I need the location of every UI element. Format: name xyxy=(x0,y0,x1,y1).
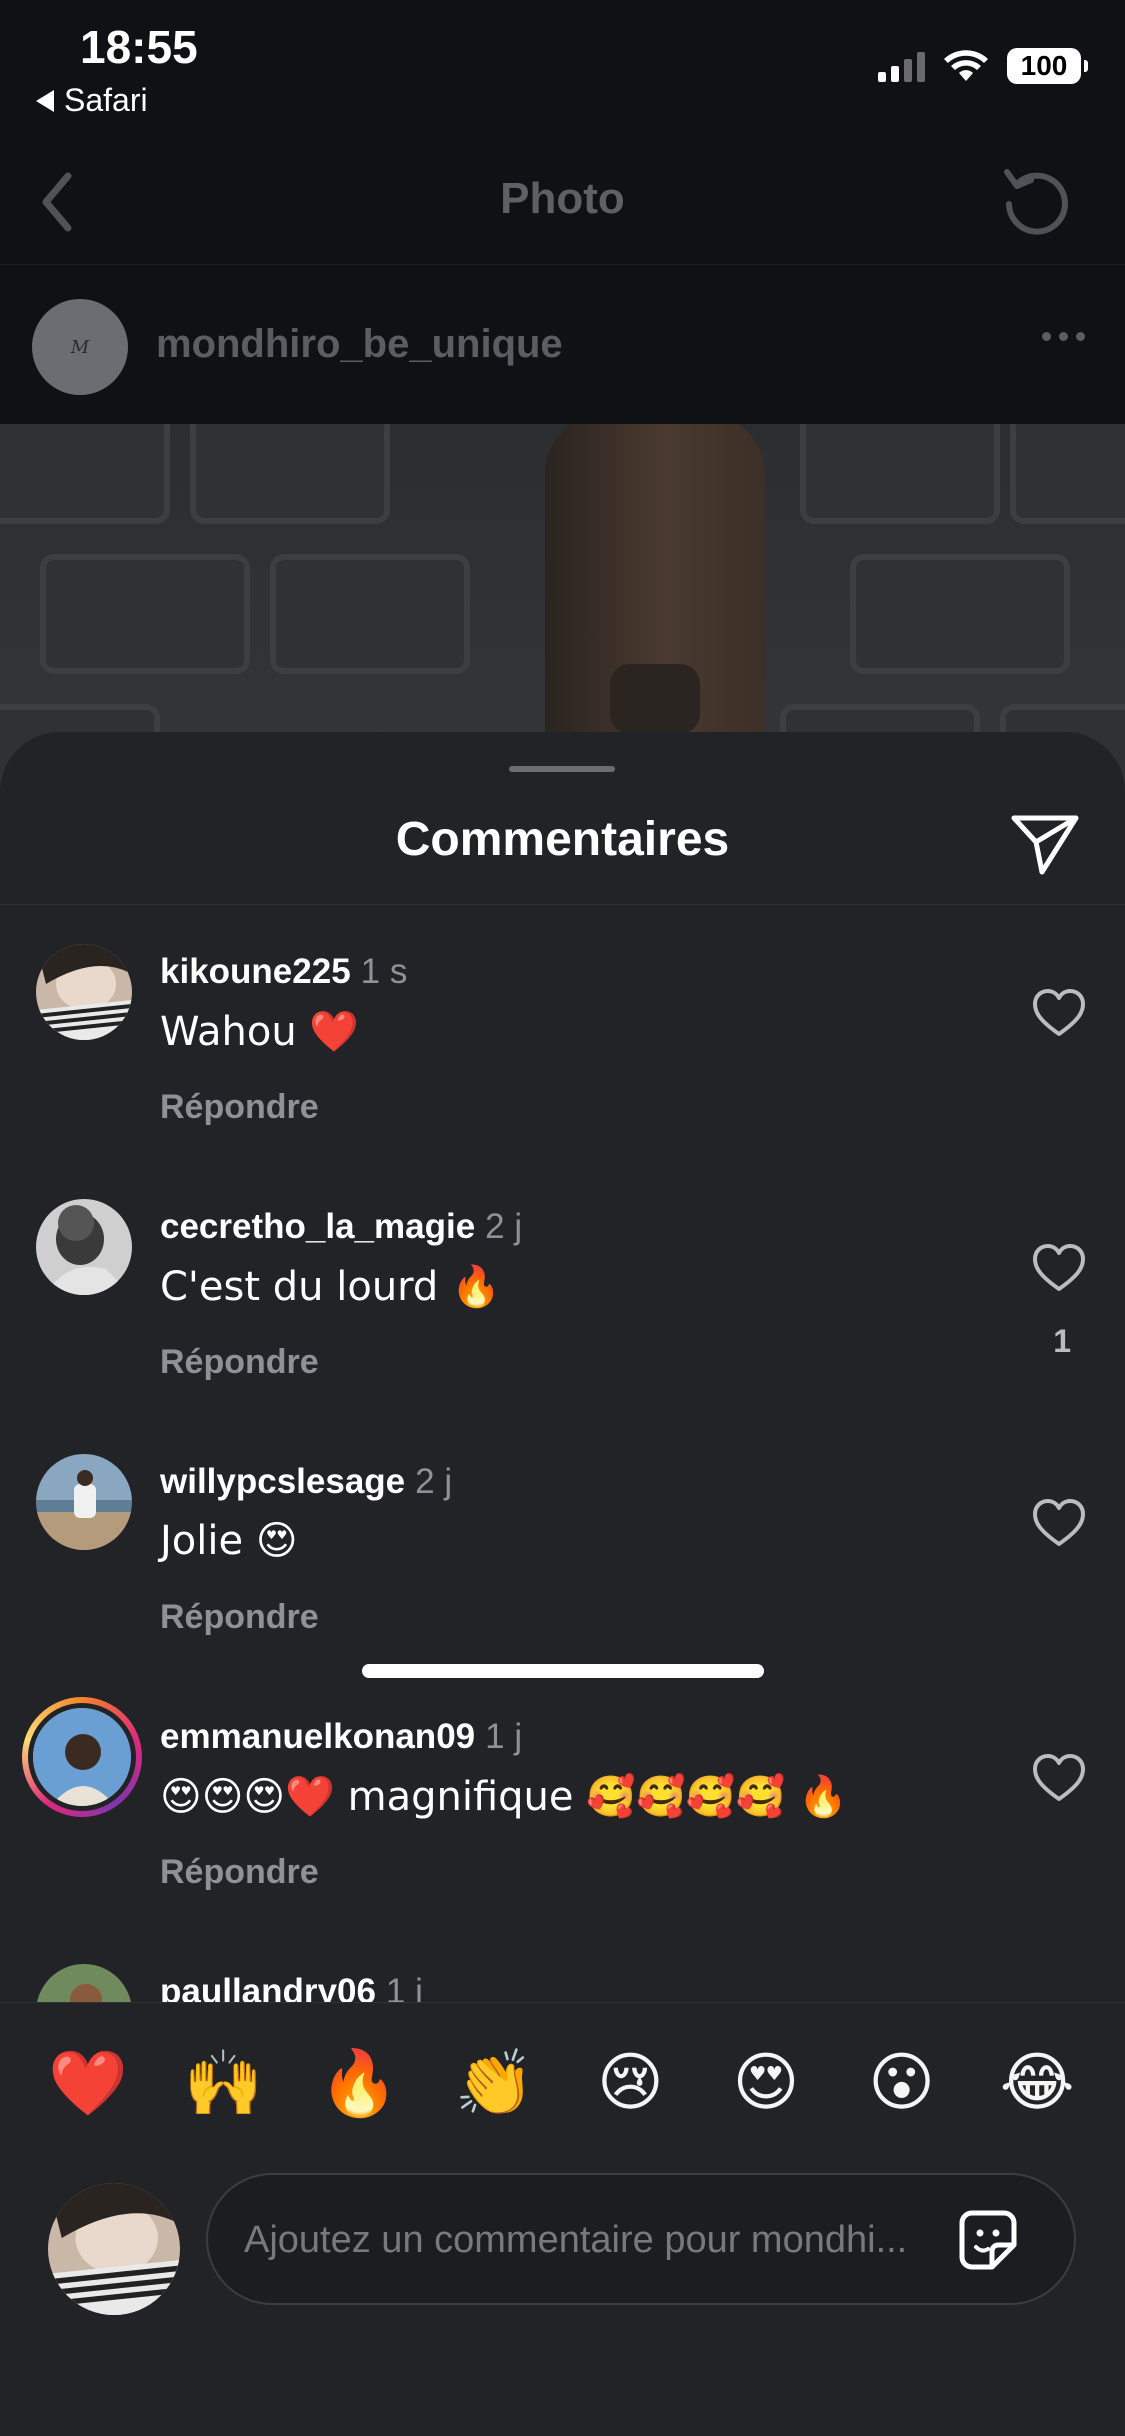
quick-emoji-bar: ❤️ 🙌 🔥 👏 😢 😍 😮 😂 xyxy=(0,2023,1125,2143)
comment-input-placeholder: Ajoutez un commentaire pour mondhi... xyxy=(244,2219,908,2261)
emoji-surprised-button[interactable]: 😮 xyxy=(852,2046,952,2120)
status-time: 18:55 xyxy=(80,21,198,73)
reply-button[interactable]: Répondre xyxy=(160,1598,319,1637)
comment-username[interactable]: cecretho_la_magie 2 j xyxy=(160,1207,522,1247)
comment-time: 2 j xyxy=(485,1207,523,1246)
current-user-avatar xyxy=(48,2183,180,2315)
share-button[interactable] xyxy=(1005,804,1085,884)
comment-item: kikoune225 1 s Wahou ❤️ Répondre xyxy=(0,944,1125,1184)
comment-item: emmanuelkonan09 1 j 😍😍😍❤️ magnifique 🥰🥰🥰🥰… xyxy=(0,1697,1125,1949)
like-count: 1 xyxy=(1053,1323,1071,1359)
status-icons: 100 xyxy=(878,48,1088,84)
emoji-heart-button[interactable]: ❤️ xyxy=(38,2046,138,2121)
back-to-safari-link[interactable]: Safari xyxy=(36,82,148,119)
refresh-icon[interactable] xyxy=(997,162,1077,242)
back-triangle-icon xyxy=(36,89,54,112)
home-indicator[interactable] xyxy=(362,1664,764,1678)
heart-icon[interactable] xyxy=(1029,1239,1089,1299)
comment-text: Wahou ❤️ xyxy=(160,1009,360,1055)
sheet-title: Commentaires xyxy=(395,813,730,866)
cellular-signal-icon xyxy=(878,50,925,82)
emoji-clapping-button[interactable]: 👏 xyxy=(445,2046,545,2121)
comment-time: 1 j xyxy=(485,1717,523,1756)
comment-text: Jolie 😍 xyxy=(160,1518,298,1564)
emoji-laughing-button[interactable]: 😂 xyxy=(987,2046,1087,2120)
nav-bar: Photo xyxy=(0,140,1125,265)
reply-button[interactable]: Répondre xyxy=(160,1343,319,1382)
comments-sheet: Commentaires kikoune225 1 s Wahou ❤️ Répo… xyxy=(0,732,1125,2436)
comment-text: C'est du lourd 🔥 xyxy=(160,1264,501,1310)
comment-composer: ❤️ 🙌 🔥 👏 😢 😍 😮 😂 Ajoutez un commentaire … xyxy=(0,2002,1125,2436)
post-author-avatar[interactable]: M xyxy=(32,299,128,395)
commenter-avatar-story-ring[interactable] xyxy=(22,1697,142,1817)
comment-text: 😍😍😍❤️ magnifique 🥰🥰🥰🥰 🔥 xyxy=(160,1774,848,1820)
reply-button[interactable]: Répondre xyxy=(160,1853,319,1892)
comment-username[interactable]: willypcslesage 2 j xyxy=(160,1462,452,1502)
comment-item: willypcslesage 2 j Jolie 😍 Répondre xyxy=(0,1454,1125,1694)
post-header: M mondhiro_be_unique xyxy=(0,266,1125,424)
wifi-icon xyxy=(944,50,988,81)
back-app-label: Safari xyxy=(64,82,148,118)
commenter-avatar[interactable] xyxy=(36,1199,132,1295)
sticker-icon[interactable] xyxy=(952,2205,1024,2277)
page-title: Photo xyxy=(500,174,625,223)
more-options-icon[interactable] xyxy=(1042,332,1085,341)
comment-time: 2 j xyxy=(415,1462,453,1501)
comment-username[interactable]: emmanuelkonan09 1 j xyxy=(160,1717,522,1757)
emoji-heart-eyes-button[interactable]: 😍 xyxy=(716,2046,816,2120)
sheet-divider xyxy=(0,904,1125,905)
battery-icon: 100 xyxy=(1007,48,1088,84)
sheet-grabber[interactable] xyxy=(509,766,615,772)
emoji-raised-hands-button[interactable]: 🙌 xyxy=(173,2046,273,2121)
status-bar: 18:55 Safari 100 xyxy=(0,0,1125,140)
heart-icon[interactable] xyxy=(1029,1494,1089,1554)
comment-input[interactable]: Ajoutez un commentaire pour mondhi... xyxy=(206,2173,1076,2305)
heart-icon[interactable] xyxy=(1029,984,1089,1044)
comment-username[interactable]: kikoune225 1 s xyxy=(160,952,407,992)
emoji-fire-button[interactable]: 🔥 xyxy=(309,2046,409,2121)
commenter-avatar[interactable] xyxy=(36,1454,132,1550)
post-author-username[interactable]: mondhiro_be_unique xyxy=(156,322,563,367)
emoji-crying-button[interactable]: 😢 xyxy=(580,2046,680,2120)
heart-icon[interactable] xyxy=(1029,1749,1089,1809)
screen: 18:55 Safari 100 Photo M mondhiro_be_uni… xyxy=(0,0,1125,2436)
send-icon xyxy=(1011,815,1079,875)
commenter-avatar[interactable] xyxy=(36,944,132,1040)
brand-logo-icon: M xyxy=(70,336,90,358)
comment-time: 1 s xyxy=(360,952,408,991)
comment-item: cecretho_la_magie 2 j C'est du lourd 🔥 Ré… xyxy=(0,1199,1125,1439)
reply-button[interactable]: Répondre xyxy=(160,1088,319,1127)
